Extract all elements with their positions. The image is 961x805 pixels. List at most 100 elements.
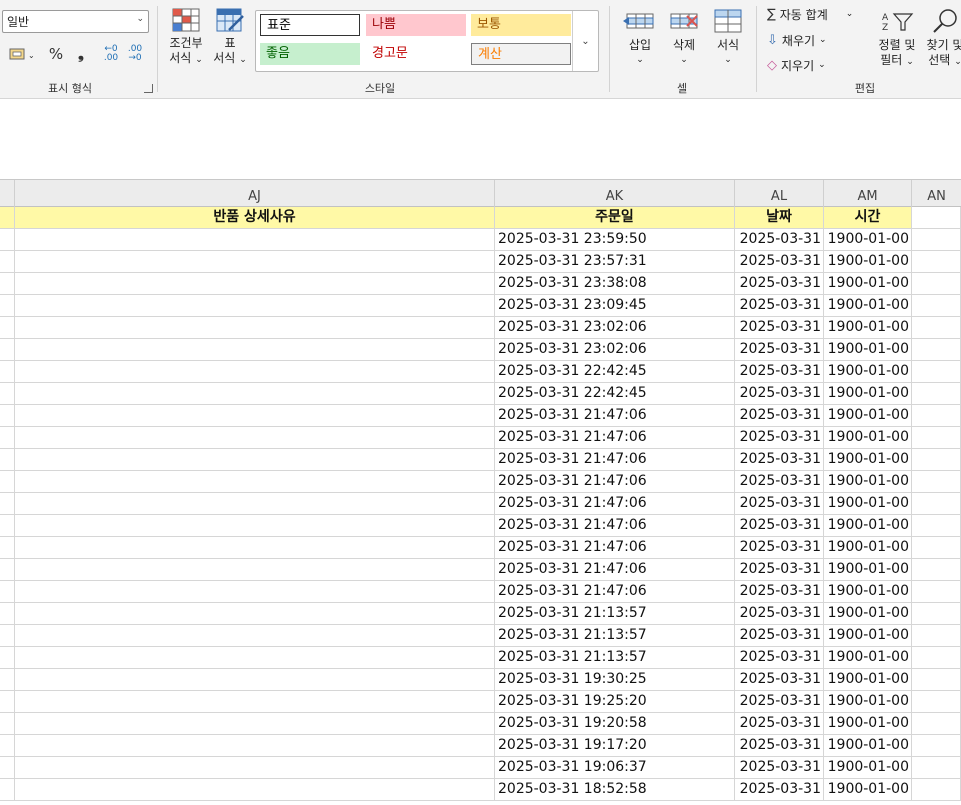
cell-date[interactable]: 2025-03-31 bbox=[735, 603, 824, 625]
cell[interactable] bbox=[912, 229, 961, 251]
cell[interactable] bbox=[912, 317, 961, 339]
header-cell-order-date[interactable]: 주문일 bbox=[495, 207, 735, 229]
cell-date[interactable]: 2025-03-31 bbox=[735, 427, 824, 449]
cell[interactable] bbox=[0, 647, 15, 669]
column-header-an[interactable]: AN bbox=[912, 180, 961, 207]
conditional-format-button[interactable]: 조건부 서식 ⌄ bbox=[164, 8, 208, 68]
cell-order-date[interactable]: 2025-03-31 21:13:57 bbox=[495, 647, 735, 669]
cell[interactable] bbox=[912, 559, 961, 581]
increase-decimal-button[interactable]: ←0 .00 bbox=[100, 43, 122, 65]
cell[interactable] bbox=[0, 493, 15, 515]
cell-style-3[interactable]: 좋음 bbox=[260, 43, 360, 65]
cell-return-reason[interactable] bbox=[15, 647, 495, 669]
cell-date[interactable]: 2025-03-31 bbox=[735, 625, 824, 647]
cell[interactable] bbox=[912, 471, 961, 493]
cell[interactable] bbox=[912, 207, 961, 229]
cell-style-5[interactable]: 계산 bbox=[471, 43, 571, 65]
cell-date[interactable]: 2025-03-31 bbox=[735, 273, 824, 295]
cell-return-reason[interactable] bbox=[15, 273, 495, 295]
cell-order-date[interactable]: 2025-03-31 19:20:58 bbox=[495, 713, 735, 735]
cell-date[interactable]: 2025-03-31 bbox=[735, 449, 824, 471]
cell-order-date[interactable]: 2025-03-31 21:13:57 bbox=[495, 625, 735, 647]
cell-time[interactable]: 1900-01-00 bbox=[824, 317, 912, 339]
cell[interactable] bbox=[0, 625, 15, 647]
cell[interactable] bbox=[0, 581, 15, 603]
cell-return-reason[interactable] bbox=[15, 625, 495, 647]
cell[interactable] bbox=[0, 251, 15, 273]
cell[interactable] bbox=[0, 691, 15, 713]
cell-time[interactable]: 1900-01-00 bbox=[824, 493, 912, 515]
cell-return-reason[interactable] bbox=[15, 581, 495, 603]
cell-order-date[interactable]: 2025-03-31 23:57:31 bbox=[495, 251, 735, 273]
cell[interactable] bbox=[912, 537, 961, 559]
cell[interactable] bbox=[0, 449, 15, 471]
cell[interactable] bbox=[912, 251, 961, 273]
cell[interactable] bbox=[912, 625, 961, 647]
cell[interactable] bbox=[0, 559, 15, 581]
column-header-ak[interactable]: AK bbox=[495, 180, 735, 207]
cell-date[interactable]: 2025-03-31 bbox=[735, 405, 824, 427]
column-header-al[interactable]: AL bbox=[735, 180, 824, 207]
cell-date[interactable]: 2025-03-31 bbox=[735, 493, 824, 515]
cell-date[interactable]: 2025-03-31 bbox=[735, 251, 824, 273]
decrease-decimal-button[interactable]: .00 →0 bbox=[124, 43, 146, 65]
percent-style-button[interactable]: % bbox=[45, 43, 67, 65]
cell-date[interactable]: 2025-03-31 bbox=[735, 735, 824, 757]
cell-order-date[interactable]: 2025-03-31 19:25:20 bbox=[495, 691, 735, 713]
cell-order-date[interactable]: 2025-03-31 21:47:06 bbox=[495, 537, 735, 559]
column-header-partial[interactable] bbox=[0, 180, 15, 207]
cell[interactable] bbox=[912, 779, 961, 801]
column-header-am[interactable]: AM bbox=[824, 180, 912, 207]
cell-date[interactable]: 2025-03-31 bbox=[735, 647, 824, 669]
cell[interactable] bbox=[912, 273, 961, 295]
cell-order-date[interactable]: 2025-03-31 21:47:06 bbox=[495, 493, 735, 515]
format-as-table-button[interactable]: 표 서식 ⌄ bbox=[210, 8, 250, 68]
cell[interactable] bbox=[0, 515, 15, 537]
cell-date[interactable]: 2025-03-31 bbox=[735, 295, 824, 317]
number-format-dropdown[interactable]: 일반 ⌄ bbox=[2, 10, 149, 33]
cell-time[interactable]: 1900-01-00 bbox=[824, 229, 912, 251]
cell[interactable] bbox=[0, 713, 15, 735]
cell-return-reason[interactable] bbox=[15, 559, 495, 581]
cell-order-date[interactable]: 2025-03-31 23:02:06 bbox=[495, 339, 735, 361]
cell-return-reason[interactable] bbox=[15, 603, 495, 625]
cell-time[interactable]: 1900-01-00 bbox=[824, 757, 912, 779]
cell-order-date[interactable]: 2025-03-31 21:47:06 bbox=[495, 581, 735, 603]
cell-time[interactable]: 1900-01-00 bbox=[824, 669, 912, 691]
cell-time[interactable]: 1900-01-00 bbox=[824, 647, 912, 669]
cell-order-date[interactable]: 2025-03-31 21:47:06 bbox=[495, 449, 735, 471]
header-cell-return-reason[interactable]: 반품 상세사유 bbox=[15, 207, 495, 229]
cell[interactable] bbox=[0, 405, 15, 427]
cell-return-reason[interactable] bbox=[15, 537, 495, 559]
cell[interactable] bbox=[912, 691, 961, 713]
cell[interactable] bbox=[912, 515, 961, 537]
cell-date[interactable]: 2025-03-31 bbox=[735, 383, 824, 405]
cell-time[interactable]: 1900-01-00 bbox=[824, 471, 912, 493]
cell-order-date[interactable]: 2025-03-31 19:06:37 bbox=[495, 757, 735, 779]
cell-return-reason[interactable] bbox=[15, 493, 495, 515]
cell-order-date[interactable]: 2025-03-31 23:09:45 bbox=[495, 295, 735, 317]
cell-order-date[interactable]: 2025-03-31 19:30:25 bbox=[495, 669, 735, 691]
cell-return-reason[interactable] bbox=[15, 317, 495, 339]
cell[interactable] bbox=[0, 229, 15, 251]
cell-time[interactable]: 1900-01-00 bbox=[824, 361, 912, 383]
clear-button[interactable]: ◇ 지우기 ⌄ bbox=[767, 55, 826, 75]
cell-date[interactable]: 2025-03-31 bbox=[735, 515, 824, 537]
cell-return-reason[interactable] bbox=[15, 757, 495, 779]
cell-order-date[interactable]: 2025-03-31 19:17:20 bbox=[495, 735, 735, 757]
cell-time[interactable]: 1900-01-00 bbox=[824, 537, 912, 559]
cell-style-0[interactable]: 표준 bbox=[260, 14, 360, 36]
autosum-button[interactable]: ∑ 자동 합계 ⌄ bbox=[767, 4, 853, 24]
cell[interactable] bbox=[912, 361, 961, 383]
cell-order-date[interactable]: 2025-03-31 23:59:50 bbox=[495, 229, 735, 251]
cell[interactable] bbox=[912, 713, 961, 735]
fill-button[interactable]: ⇩ 채우기 ⌄ bbox=[767, 30, 827, 50]
cell[interactable] bbox=[912, 581, 961, 603]
cell-return-reason[interactable] bbox=[15, 713, 495, 735]
cell-time[interactable]: 1900-01-00 bbox=[824, 251, 912, 273]
cell[interactable] bbox=[0, 757, 15, 779]
cell-order-date[interactable]: 2025-03-31 21:47:06 bbox=[495, 471, 735, 493]
cell[interactable] bbox=[912, 603, 961, 625]
cell[interactable] bbox=[0, 779, 15, 801]
cell-time[interactable]: 1900-01-00 bbox=[824, 779, 912, 801]
